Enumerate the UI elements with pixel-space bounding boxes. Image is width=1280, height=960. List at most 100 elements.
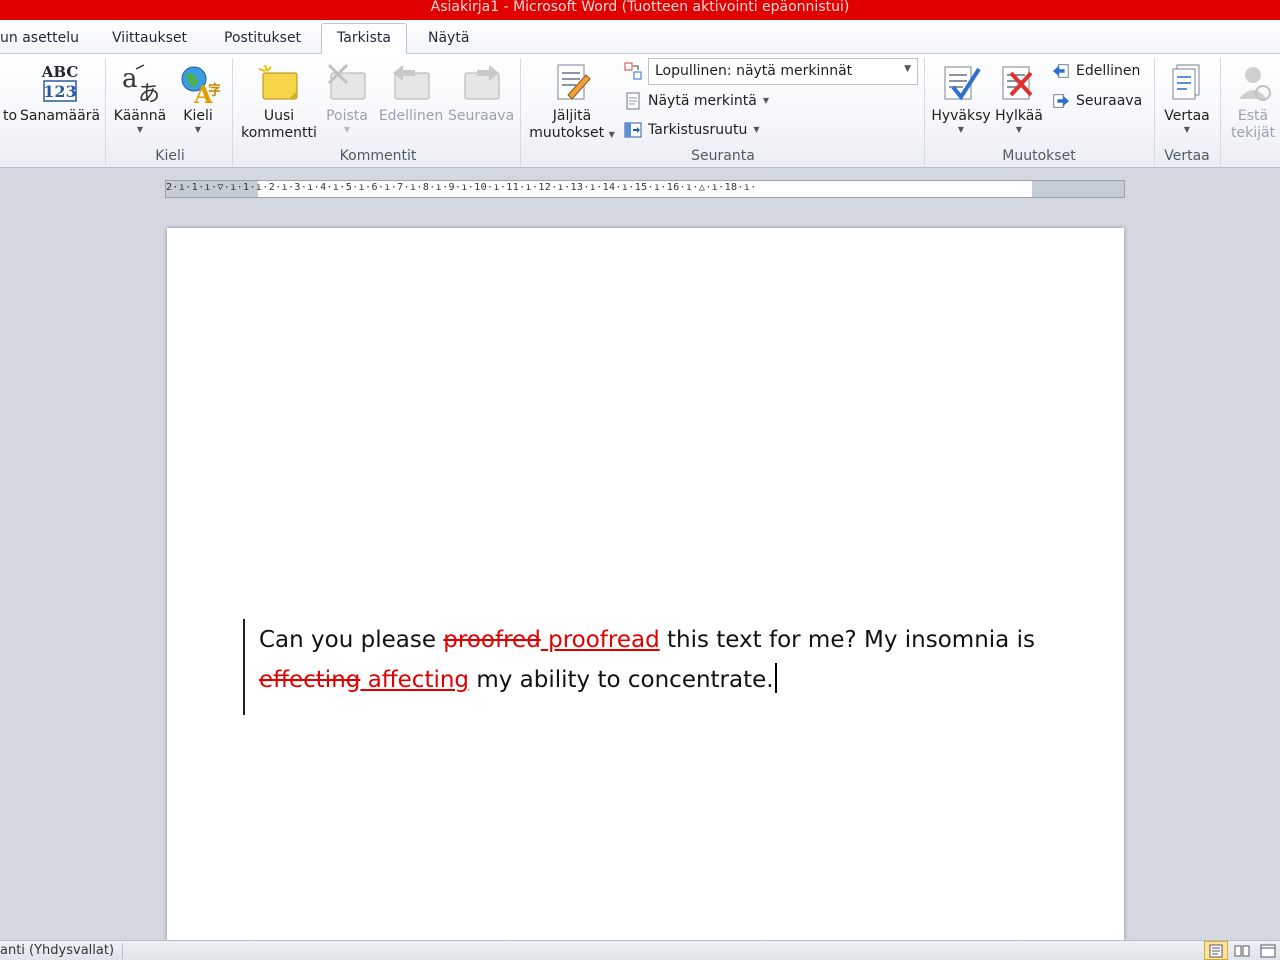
language-button[interactable]: A 字 Kieli ▼ <box>172 58 224 135</box>
group-label-language: Kieli <box>155 148 185 164</box>
show-markup-button[interactable]: Näytä merkintä ▼ <box>624 92 769 110</box>
display-for-review-value: Lopullinen: näytä merkinnät <box>655 63 853 79</box>
dropdown-arrow-icon: ▼ <box>194 125 202 134</box>
block-authors-icon <box>1231 58 1275 108</box>
block-authors-label-1: Estä <box>1237 108 1269 124</box>
dropdown-arrow-icon: ▼ <box>136 125 144 134</box>
cut-off-button[interactable]: to <box>0 58 20 125</box>
document-page[interactable]: Can you please proofred proofread this t… <box>167 228 1124 940</box>
show-markup-icon <box>624 92 642 110</box>
svg-text:ABC: ABC <box>41 63 79 81</box>
abc-123-icon: ABC 123 <box>38 58 82 108</box>
deleted-text[interactable]: proofred <box>443 627 541 653</box>
accept-label: Hyväksy <box>931 108 991 124</box>
text-run: this text for me? My insomnia is <box>659 627 1035 653</box>
status-divider <box>122 943 123 959</box>
tab-view[interactable]: Näytä <box>428 30 469 46</box>
tab-references[interactable]: Viittaukset <box>112 30 187 46</box>
dropdown-arrow-icon: ▼ <box>1183 125 1191 134</box>
display-for-review-icon-wrap <box>624 62 642 80</box>
language-globe-icon: A 字 <box>176 58 220 108</box>
tab-mailings[interactable]: Postitukset <box>224 30 301 46</box>
compare-icon <box>1165 58 1209 108</box>
svg-text:あ: あ <box>138 82 160 105</box>
previous-comment-label: Edellinen <box>378 108 444 124</box>
track-changes-label-1: Jäljitä <box>552 108 592 124</box>
group-separator <box>1220 58 1221 166</box>
reviewing-pane-label: Tarkistusruutu <box>648 122 748 138</box>
print-layout-view-icon[interactable] <box>1204 941 1228 960</box>
next-comment-button[interactable]: Seuraava <box>448 58 514 125</box>
group-label-compare: Vertaa <box>1164 148 1210 164</box>
full-screen-reading-view-icon[interactable] <box>1230 941 1254 960</box>
track-changes-button[interactable]: Jäljitä muutokset ▼ <box>526 58 618 142</box>
tab-review[interactable]: Tarkista <box>321 23 407 55</box>
chevron-down-icon: ▼ <box>904 64 911 74</box>
previous-change-label: Edellinen <box>1076 63 1141 79</box>
compare-button[interactable]: Vertaa ▼ <box>1158 58 1216 135</box>
group-label-comments: Kommentit <box>339 148 417 164</box>
ruler-ticks: 2·ı·1·ı·▽·ı·1·ı·2·ı·3·ı·4·ı·5·ı·6·ı·7·ı·… <box>166 182 757 193</box>
delete-comment-icon <box>325 58 369 108</box>
translate-icon: a あ <box>118 58 162 108</box>
text-cursor <box>774 663 777 693</box>
new-comment-label-1: Uusi <box>263 108 295 124</box>
next-change-label: Seuraava <box>1076 93 1143 109</box>
display-for-review-icon <box>624 62 642 80</box>
compare-label: Vertaa <box>1164 108 1210 124</box>
previous-comment-icon <box>389 58 433 108</box>
previous-change-button[interactable]: Edellinen <box>1052 62 1140 80</box>
text-run: my ability to concentrate. <box>469 667 774 693</box>
display-for-review-select[interactable]: Lopullinen: näytä merkinnät ▼ <box>648 58 918 85</box>
group-separator <box>105 58 106 166</box>
reject-label: Hylkää <box>995 108 1043 124</box>
deleted-text[interactable]: effecting <box>259 667 360 693</box>
ribbon: to ABC 123 Sanamäärä a あ Käännä ▼ A 字 Ki… <box>0 54 1280 168</box>
svg-text:123: 123 <box>43 82 76 101</box>
next-comment-label: Seuraava <box>448 108 515 124</box>
word-count-label: Sanamäärä <box>20 108 101 124</box>
block-authors-button[interactable]: Estä tekijät <box>1226 58 1280 142</box>
document-workspace: Can you please proofred proofread this t… <box>0 208 1280 940</box>
next-change-button[interactable]: Seuraava <box>1052 92 1142 110</box>
change-bar <box>243 619 245 715</box>
dropdown-arrow-icon: ▼ <box>343 125 351 134</box>
reject-button[interactable]: Hylkää ▼ <box>994 58 1044 135</box>
web-layout-view-icon[interactable] <box>1256 941 1280 960</box>
reviewing-pane-icon <box>624 121 642 139</box>
group-separator <box>924 58 925 166</box>
inserted-text[interactable]: affecting <box>360 667 469 693</box>
group-separator <box>1154 58 1155 166</box>
horizontal-ruler[interactable]: 2·ı·1·ı·▽·ı·1·ı·2·ı·3·ı·4·ı·5·ı·6·ı·7·ı·… <box>165 180 1125 198</box>
group-label-tracking: Seuranta <box>691 148 755 164</box>
svg-text:字: 字 <box>208 82 220 99</box>
tab-page-layout[interactable]: un asettelu <box>0 30 79 46</box>
new-comment-label-2: kommentti <box>241 125 317 141</box>
word-count-button[interactable]: ABC 123 Sanamäärä <box>20 58 100 125</box>
svg-text:a: a <box>122 64 138 94</box>
translate-button[interactable]: a あ Käännä ▼ <box>110 58 170 135</box>
inserted-text[interactable]: proofread <box>541 627 660 653</box>
language-label: Kieli <box>183 108 213 124</box>
group-label-changes: Muutokset <box>1002 148 1076 164</box>
new-comment-button[interactable]: Uusi kommentti <box>238 58 320 142</box>
document-body[interactable]: Can you please proofred proofread this t… <box>259 620 1059 700</box>
group-separator <box>232 58 233 166</box>
reviewing-pane-button[interactable]: Tarkistusruutu ▼ <box>624 121 760 139</box>
dropdown-arrow-icon: ▼ <box>1015 125 1023 134</box>
show-markup-label: Näytä merkintä <box>648 93 757 109</box>
new-comment-icon <box>257 58 301 108</box>
ruler-bar: 2·ı·1·ı·▽·ı·1·ı·2·ı·3·ı·4·ı·5·ı·6·ı·7·ı·… <box>0 168 1280 208</box>
view-buttons <box>1204 941 1280 960</box>
previous-comment-button[interactable]: Edellinen <box>376 58 446 125</box>
reject-icon <box>997 58 1041 108</box>
next-comment-icon <box>459 58 503 108</box>
accept-button[interactable]: Hyväksy ▼ <box>930 58 992 135</box>
translate-label: Käännä <box>113 108 167 124</box>
track-changes-icon <box>550 58 594 108</box>
next-change-icon <box>1052 92 1070 110</box>
language-status[interactable]: anti (Yhdysvallat) <box>0 942 114 960</box>
track-changes-label-2: muutokset ▼ <box>529 125 615 141</box>
delete-comment-button[interactable]: Poista ▼ <box>322 58 372 135</box>
text-run: Can you please <box>259 627 444 653</box>
